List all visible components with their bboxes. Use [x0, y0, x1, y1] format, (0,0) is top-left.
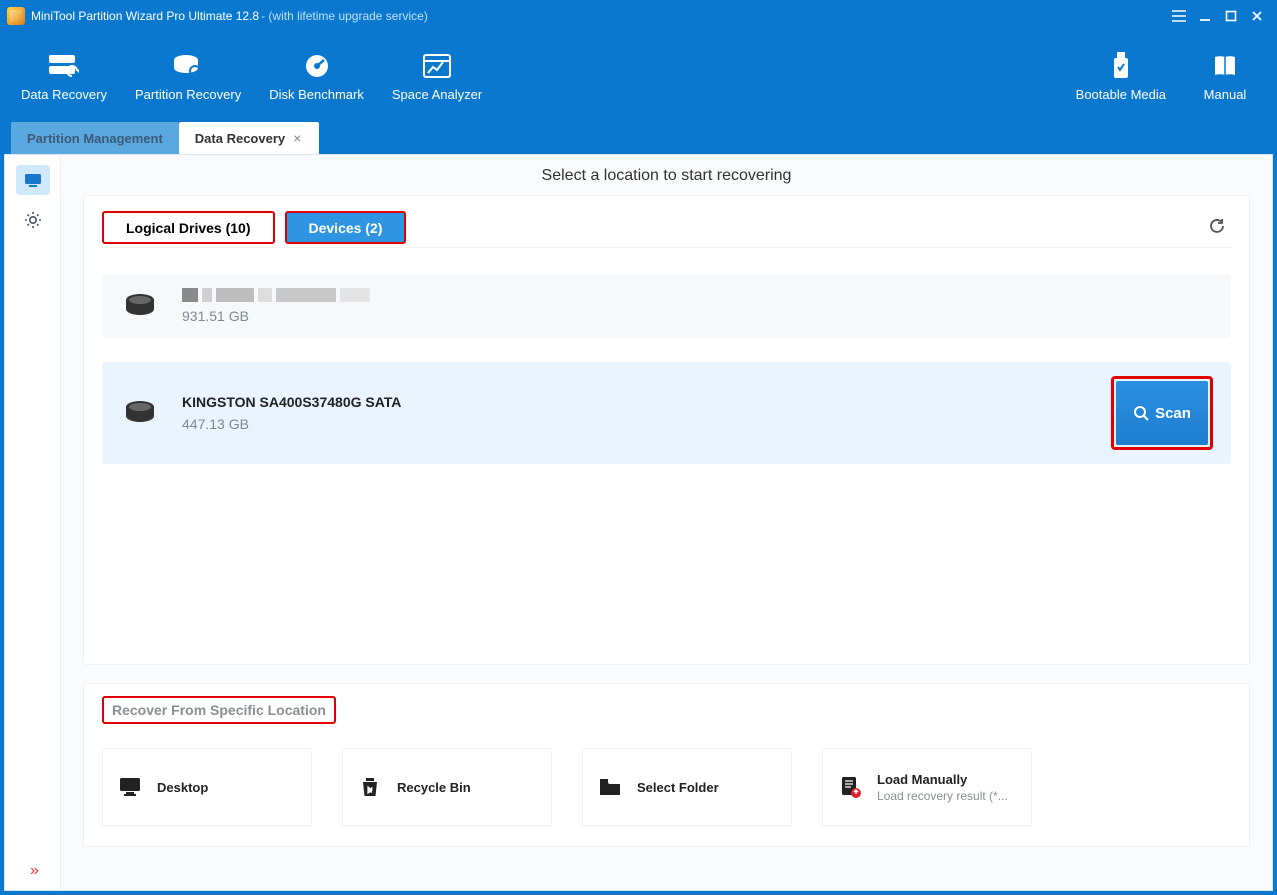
tab-partition-management[interactable]: Partition Management: [11, 122, 179, 154]
document-icon: [837, 775, 863, 799]
minimize-button[interactable]: [1192, 6, 1218, 26]
scan-highlight: Scan: [1111, 376, 1213, 450]
card-label: Recycle Bin: [397, 780, 471, 795]
device-size: 931.51 GB: [182, 308, 370, 324]
device-name-redacted: [182, 288, 370, 302]
card-load-manually[interactable]: Load Manually Load recovery result (*...: [822, 748, 1032, 826]
tool-label: Bootable Media: [1076, 87, 1166, 102]
tool-label: Partition Recovery: [135, 87, 241, 102]
data-recovery-icon: [47, 51, 81, 81]
recycle-bin-icon: [357, 776, 383, 798]
recover-location-panel: Recover From Specific Location Desktop R…: [83, 683, 1250, 847]
card-label: Desktop: [157, 780, 208, 795]
refresh-button[interactable]: [1203, 212, 1231, 240]
tool-disk-benchmark[interactable]: Disk Benchmark: [255, 47, 378, 106]
space-analyzer-icon: [420, 51, 454, 81]
sidebar-settings-button[interactable]: [16, 205, 50, 235]
page-heading: Select a location to start recovering: [61, 155, 1272, 195]
card-select-folder[interactable]: Select Folder: [582, 748, 792, 826]
app-window: MiniTool Partition Wizard Pro Ultimate 1…: [0, 0, 1277, 895]
title-bar: MiniTool Partition Wizard Pro Ultimate 1…: [1, 1, 1276, 31]
chip-label: Logical Drives (10): [126, 220, 251, 236]
usb-icon: [1104, 51, 1138, 81]
filter-row: Logical Drives (10) Devices (2): [102, 208, 1231, 248]
app-title-suffix: - (with lifetime upgrade service): [261, 9, 428, 23]
disk-benchmark-icon: [300, 51, 334, 81]
tool-label: Disk Benchmark: [269, 87, 364, 102]
card-label: Load Manually: [877, 772, 1008, 787]
device-size: 447.13 GB: [182, 416, 401, 432]
device-item-selected[interactable]: KINGSTON SA400S37480G SATA 447.13 GB Sca…: [102, 362, 1231, 464]
close-button[interactable]: [1244, 6, 1270, 26]
app-title: MiniTool Partition Wizard Pro Ultimate 1…: [31, 9, 259, 23]
partition-recovery-icon: [171, 51, 205, 81]
card-recycle-bin[interactable]: Recycle Bin: [342, 748, 552, 826]
chip-label: Devices (2): [309, 220, 383, 236]
tool-label: Data Recovery: [21, 87, 107, 102]
sidebar-expand-icon[interactable]: »: [30, 862, 35, 880]
card-sublabel: Load recovery result (*...: [877, 789, 1008, 803]
tool-partition-recovery[interactable]: Partition Recovery: [121, 47, 255, 106]
desktop-icon: [117, 776, 143, 798]
content-area: Select a location to start recovering Lo…: [61, 155, 1272, 890]
book-icon: [1208, 51, 1242, 81]
left-sidebar: »: [5, 155, 61, 890]
tool-manual[interactable]: Manual: [1180, 47, 1270, 106]
main-toolbar: Data Recovery Partition Recovery Disk Be…: [1, 31, 1276, 121]
maximize-button[interactable]: [1218, 6, 1244, 26]
app-icon: [7, 7, 25, 25]
device-list: 931.51 GB KINGSTON SA400S37480G SATA 447…: [102, 248, 1231, 464]
folder-icon: [597, 777, 623, 797]
menu-icon[interactable]: [1166, 6, 1192, 26]
tool-data-recovery[interactable]: Data Recovery: [7, 47, 121, 106]
tool-bootable-media[interactable]: Bootable Media: [1062, 47, 1180, 106]
hard-drive-icon: [120, 291, 160, 321]
recover-section-title: Recover From Specific Location: [102, 696, 336, 724]
card-desktop[interactable]: Desktop: [102, 748, 312, 826]
hard-drive-icon: [120, 398, 160, 428]
tool-label: Manual: [1204, 87, 1247, 102]
card-label: Select Folder: [637, 780, 719, 795]
device-panel: Logical Drives (10) Devices (2): [83, 195, 1250, 665]
chip-logical-drives[interactable]: Logical Drives (10): [102, 211, 275, 244]
tab-data-recovery[interactable]: Data Recovery ×: [179, 122, 320, 154]
tab-close-icon[interactable]: ×: [291, 130, 303, 146]
tab-row: Partition Management Data Recovery ×: [1, 121, 1276, 154]
device-item[interactable]: 931.51 GB: [102, 274, 1231, 338]
scan-label: Scan: [1155, 405, 1191, 422]
tab-label: Partition Management: [27, 131, 163, 146]
chip-devices[interactable]: Devices (2): [285, 211, 407, 244]
search-icon: [1133, 405, 1149, 421]
sidebar-home-button[interactable]: [16, 165, 50, 195]
work-area: » Select a location to start recovering …: [4, 154, 1273, 891]
tool-space-analyzer[interactable]: Space Analyzer: [378, 47, 496, 106]
tool-label: Space Analyzer: [392, 87, 482, 102]
device-name: KINGSTON SA400S37480G SATA: [182, 394, 401, 410]
scan-button[interactable]: Scan: [1116, 381, 1208, 445]
location-cards: Desktop Recycle Bin Select Folder: [102, 748, 1231, 826]
tab-label: Data Recovery: [195, 131, 285, 146]
